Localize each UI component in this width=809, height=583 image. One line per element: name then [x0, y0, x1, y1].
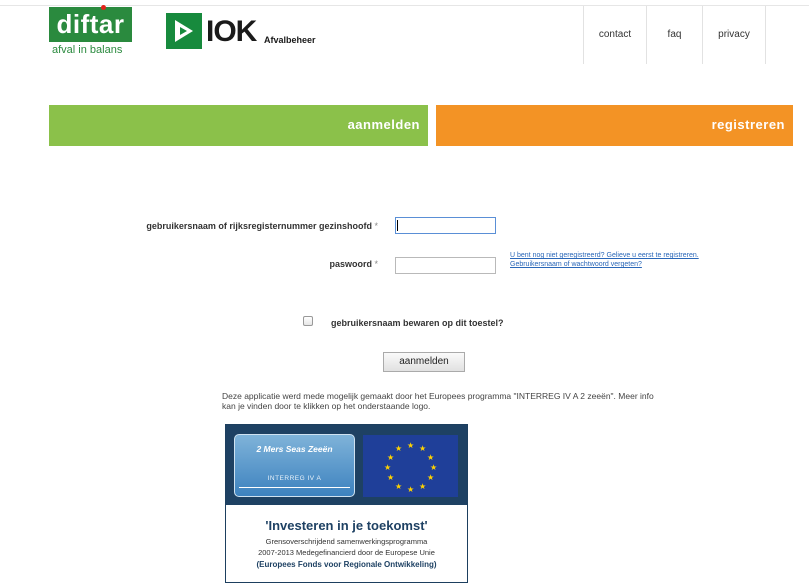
forgot-credentials-link[interactable]: Gebruikersnaam of wachtwoord vergeten? — [510, 260, 699, 269]
diftar-logo[interactable]: diftar afval in balans — [49, 5, 132, 56]
interreg-banner[interactable]: 2 Mers Seas Zeeën INTERREG IV A ★ ★ ★ ★ … — [225, 424, 468, 583]
banner-line-3: (Europees Fonds voor Regionale Ontwikkel… — [256, 560, 437, 569]
required-mark: * — [374, 259, 378, 269]
diftar-logo-dot — [101, 5, 106, 10]
register-first-link[interactable]: U bent nog niet geregistreerd? Gelieve u… — [510, 251, 699, 260]
help-links: U bent nog niet geregistreerd? Gelieve u… — [510, 251, 699, 269]
username-input[interactable] — [395, 217, 496, 234]
tab-register[interactable]: registreren — [436, 105, 793, 146]
iok-logo[interactable]: IOK Afvalbeheer — [166, 13, 326, 49]
eu-flag-icon: ★ ★ ★ ★ ★ ★ ★ ★ ★ ★ ★ ★ — [363, 435, 458, 497]
top-nav: contact faq privacy — [583, 6, 766, 64]
banner-headline: 'Investeren in je toekomst' — [265, 518, 428, 533]
tab-login-label: aanmelden — [347, 117, 420, 132]
nav-faq[interactable]: faq — [646, 6, 702, 64]
password-input[interactable] — [395, 257, 496, 274]
nav-contact[interactable]: contact — [583, 6, 646, 64]
2-seas-logo: 2 Mers Seas Zeeën INTERREG IV A — [234, 434, 355, 497]
info-text: Deze applicatie werd mede mogelijk gemaa… — [222, 391, 654, 411]
login-button[interactable]: aanmelden — [383, 352, 465, 372]
tab-login[interactable]: aanmelden — [49, 105, 428, 146]
tab-register-label: registreren — [711, 117, 785, 132]
username-label-text: gebruikersnaam of rijksregisternummer ge… — [146, 221, 372, 231]
banner-line-1: Grensoverschrijdend samenwerkingsprogram… — [265, 537, 428, 546]
iok-subtitle: Afvalbeheer — [264, 35, 316, 45]
iok-arrow-icon — [166, 13, 202, 49]
remember-checkbox[interactable] — [303, 316, 313, 326]
seas-subtitle: INTERREG IV A — [267, 475, 322, 482]
diftar-tagline: afval in balans — [52, 44, 123, 56]
banner-line-2: 2007-2013 Medegefinancierd door de Europ… — [258, 548, 435, 557]
password-label-text: paswoord — [329, 259, 372, 269]
diftar-wordmark: diftar — [49, 7, 132, 42]
remember-label: gebruikersnaam bewaren op dit toestel? — [331, 318, 504, 328]
username-label: gebruikersnaam of rijksregisternummer ge… — [146, 221, 378, 231]
seas-divider — [239, 487, 350, 488]
password-label: paswoord * — [329, 259, 378, 269]
nav-privacy[interactable]: privacy — [702, 6, 766, 64]
text-cursor — [397, 220, 398, 231]
iok-wordmark: IOK — [206, 15, 257, 48]
required-mark: * — [374, 221, 378, 231]
seas-title: 2 Mers Seas Zeeën — [256, 444, 333, 454]
